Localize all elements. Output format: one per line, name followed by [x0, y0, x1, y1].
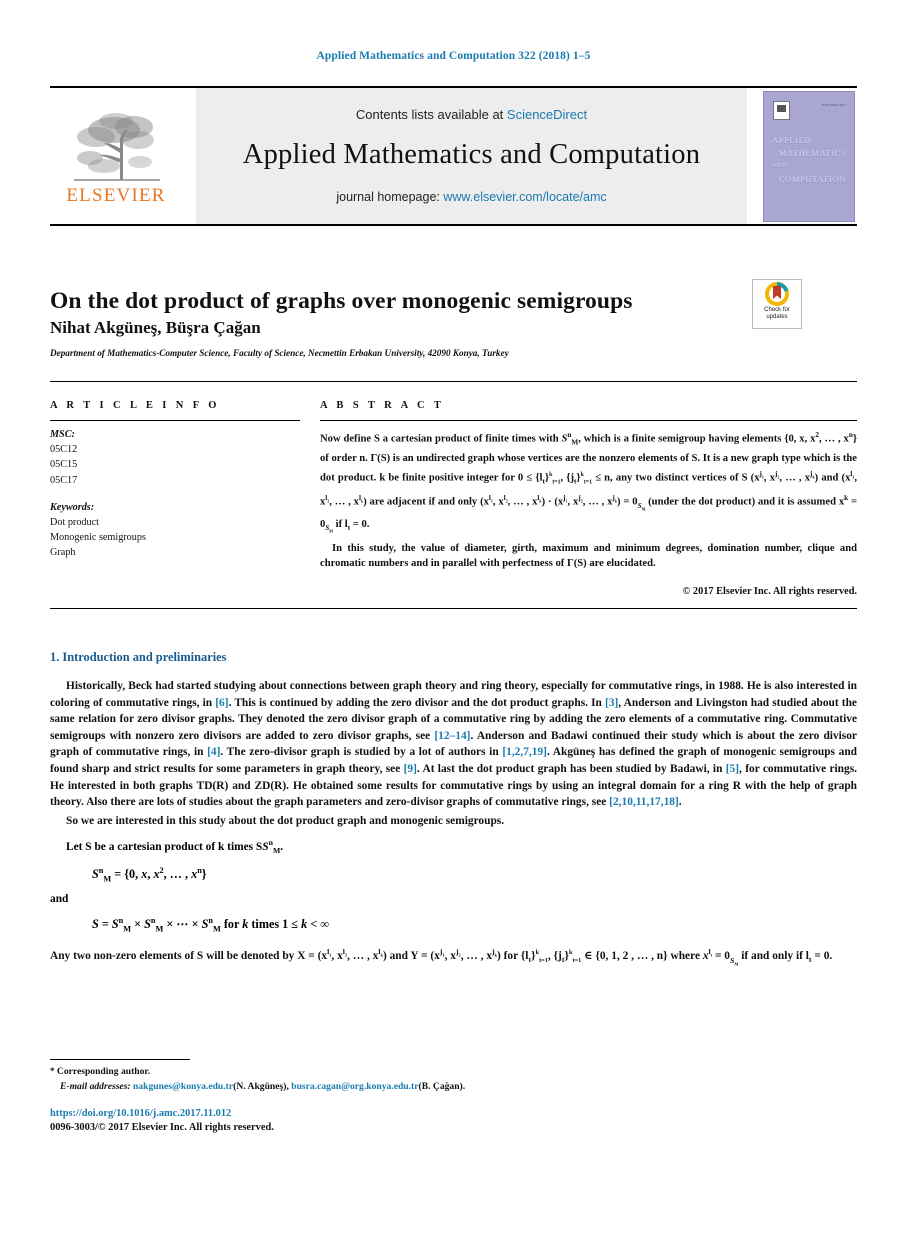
elsevier-wordmark: ELSEVIER	[66, 184, 166, 206]
body-paragraph-3: Let S be a cartesian product of k times …	[66, 838, 284, 856]
abstract-paragraph-1: Now define S a cartesian product of fini…	[320, 431, 858, 534]
journal-masthead: ELSEVIER Contents lists available at Sci…	[50, 86, 857, 226]
doi-link[interactable]: https://doi.org/10.1016/j.amc.2017.11.01…	[50, 1108, 231, 1119]
author-names: Nihat Akgüneş, Büşra Çağan	[50, 318, 261, 337]
email-link-2[interactable]: busra.cagan@org.konya.edu.tr	[291, 1081, 418, 1092]
journal-homepage-line: journal homepage: www.elsevier.com/locat…	[336, 190, 606, 204]
cover-title-line4: COMPUTATION	[779, 174, 847, 184]
footnote-divider	[50, 1059, 190, 1060]
citation-link[interactable]: [12–14]	[434, 730, 470, 742]
msc-label: MSC:	[50, 429, 75, 440]
citation-link[interactable]: [4]	[207, 746, 220, 758]
article-info-heading: A R T I C L E I N F O	[50, 400, 220, 411]
cover-publisher-icon	[773, 100, 790, 120]
crossmark-icon	[765, 282, 789, 306]
homepage-prefix: journal homepage:	[336, 189, 444, 204]
elsevier-logo: ELSEVIER	[50, 88, 182, 224]
asterisk-icon: *	[50, 1066, 55, 1076]
corresponding-author-note: * Corresponding author.	[50, 1064, 750, 1080]
cover-title-line1: APPLIED	[772, 135, 812, 145]
keywords-label: Keywords:	[50, 501, 95, 513]
abstract-paragraph-2: In this study, the value of diameter, gi…	[320, 542, 857, 570]
citation-link[interactable]: [3]	[605, 697, 618, 709]
author-list: Nihat Akgüneş, Büşra Çağan	[50, 318, 740, 338]
and-connector: and	[50, 892, 69, 905]
body-paragraph-1: Historically, Beck had started studying …	[50, 680, 857, 809]
article-info-column: A R T I C L E I N F O MSC: 05C12 05C15 0…	[50, 400, 300, 561]
keyword-item: Monogenic semigroups	[50, 532, 146, 544]
crossmark-line1: Check for	[764, 307, 790, 313]
cover-title: APPLIED MATHEMATICS AND COMPUTATION	[772, 134, 848, 186]
page-title: On the dot product of graphs over monoge…	[50, 287, 633, 314]
crossmark-line2: updates	[766, 314, 788, 320]
contents-line: Contents lists available at ScienceDirec…	[356, 107, 587, 122]
journal-title: Applied Mathematics and Computation	[242, 138, 701, 170]
msc-code: 05C17	[50, 474, 78, 486]
copyright-line: © 2017 Elsevier Inc. All rights reserved…	[682, 586, 857, 598]
divider-bottom	[50, 608, 857, 609]
article-body: 1. Introduction and preliminaries Histor…	[50, 650, 857, 973]
abstract-body: Now define S a cartesian product of fini…	[320, 428, 857, 572]
email-line: E-mail addresses: nakgunes@konya.edu.tr(…	[60, 1080, 466, 1092]
abstract-heading: A B S T R A C T	[320, 400, 445, 411]
article-info-rule	[50, 420, 300, 421]
section-heading-introduction: 1. Introduction and preliminaries	[50, 650, 227, 664]
contents-prefix: Contents lists available at	[355, 106, 507, 122]
crossmark-badge[interactable]: Check for updates	[752, 279, 802, 329]
email-label: E-mail addresses:	[60, 1080, 131, 1092]
crossmark-text: Check for updates	[764, 307, 790, 321]
abstract-column: A B S T R A C T Now define S a cartesian…	[320, 400, 857, 597]
corresponding-author-text: Corresponding author.	[56, 1066, 151, 1077]
email-link-1[interactable]: nakgunes@konya.edu.tr	[133, 1081, 233, 1092]
citation-link[interactable]: [9]	[404, 763, 417, 775]
keyword-item: Graph	[50, 547, 76, 559]
journal-cover-thumbnail: ISSN 0096-3003 APPLIED MATHEMATICS AND C…	[761, 88, 857, 224]
cover-title-line2: MATHEMATICS	[779, 148, 847, 158]
cover-title-line3: AND	[772, 162, 788, 169]
issn-copyright-line: 0096-3003/© 2017 Elsevier Inc. All right…	[50, 1122, 274, 1133]
running-head: Applied Mathematics and Computation 322 …	[316, 50, 591, 62]
email-owner-1: (N. Akgüneş)	[233, 1080, 287, 1092]
citation-link[interactable]: [1,2,7,19]	[502, 746, 547, 758]
divider-top	[50, 381, 857, 382]
citation-link[interactable]: [6]	[215, 697, 228, 709]
body-paragraph-2: So we are interested in this study about…	[66, 814, 505, 827]
abstract-rule	[320, 420, 857, 421]
body-paragraph-4: Any two non-zero elements of S will be d…	[50, 947, 833, 967]
msc-code: 05C15	[50, 459, 78, 471]
equation-1: S = SnM × SnM × ⋯ × SnM for k times 1 ≤ …	[92, 915, 329, 934]
email-owner-2: (B. Çağan)	[418, 1080, 463, 1092]
equation-sm-definition: SnM = {0, x, x2, … , xn}	[92, 866, 207, 884]
msc-code: 05C12	[50, 444, 78, 456]
sciencedirect-link[interactable]: ScienceDirect	[507, 107, 587, 122]
masthead-center: Contents lists available at ScienceDirec…	[196, 88, 747, 224]
footnote-block: * Corresponding author. E-mail addresses…	[50, 1064, 750, 1094]
homepage-link[interactable]: www.elsevier.com/locate/amc	[443, 190, 606, 204]
elsevier-tree-icon	[74, 112, 160, 181]
cover-art: ISSN 0096-3003 APPLIED MATHEMATICS AND C…	[763, 90, 855, 222]
citation-link[interactable]: [5]	[726, 763, 739, 775]
keyword-item: Dot product	[50, 517, 99, 529]
article-info-body: MSC: 05C12 05C15 05C17 Keywords: Dot pro…	[50, 427, 300, 561]
cover-issn: ISSN 0096-3003	[821, 102, 846, 107]
affiliation: Department of Mathematics-Computer Scien…	[50, 348, 509, 358]
paper-page: Applied Mathematics and Computation 322 …	[0, 0, 907, 1238]
citation-link[interactable]: [2,10,11,17,18]	[609, 796, 679, 808]
